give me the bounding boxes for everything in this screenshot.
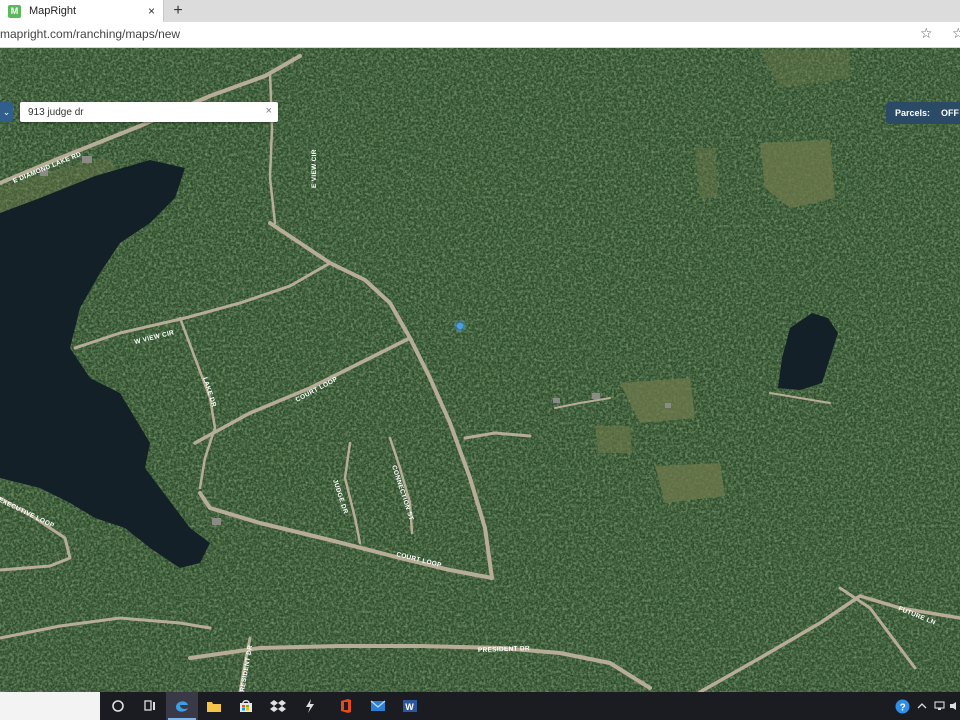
cortana-icon[interactable] [102, 692, 134, 720]
map-menu-toggle-button[interactable]: ⌄ [0, 102, 13, 122]
dropbox-icon[interactable] [262, 692, 294, 720]
url-field[interactable]: mapright.com/ranching/maps/new [0, 27, 180, 41]
close-tab-icon[interactable]: × [148, 4, 155, 18]
address-bar: mapright.com/ranching/maps/new ☆ ☆ [0, 22, 960, 48]
building [553, 398, 560, 403]
svg-text:?: ? [899, 702, 905, 713]
network-icon[interactable] [932, 692, 948, 720]
parcels-label: Parcels: [895, 108, 931, 118]
road-label-eview: E VIEW CIR [311, 149, 318, 188]
task-view-icon[interactable] [134, 692, 166, 720]
parcels-toggle-button[interactable]: Parcels: OFF [886, 102, 960, 124]
building [592, 393, 600, 399]
volume-icon[interactable] [948, 692, 960, 720]
parcels-status: OFF [941, 108, 960, 118]
address-search-box: × [20, 102, 278, 122]
location-marker-icon [454, 320, 466, 332]
edge-icon[interactable] [166, 692, 198, 720]
store-icon[interactable] [230, 692, 262, 720]
new-tab-button[interactable]: + [168, 1, 188, 21]
mapright-favicon-icon: M [8, 4, 21, 18]
clearing [595, 426, 632, 453]
taskbar-search-field[interactable] [0, 692, 100, 720]
clearing [655, 463, 725, 503]
map-imagery: E DIAMOND LAKE RD E VIEW CIR W VIEW CIR … [0, 48, 960, 692]
browser-tab-mapright[interactable]: M MapRight × [0, 0, 164, 22]
app-icon[interactable] [294, 692, 326, 720]
favorite-star-icon[interactable]: ☆ [920, 25, 933, 42]
office-icon[interactable] [330, 692, 362, 720]
help-icon[interactable]: ? [892, 692, 912, 720]
building [82, 156, 92, 163]
satellite-map[interactable]: E DIAMOND LAKE RD E VIEW CIR W VIEW CIR … [0, 48, 960, 692]
building [212, 518, 221, 525]
address-search-input[interactable] [28, 105, 258, 119]
clear-search-icon[interactable]: × [266, 105, 272, 117]
show-hidden-icons-chevron-icon[interactable] [914, 692, 930, 720]
windows-taskbar: W ? [0, 692, 960, 720]
svg-text:W: W [405, 702, 414, 712]
building [665, 403, 671, 408]
file-explorer-icon[interactable] [198, 692, 230, 720]
mail-icon[interactable] [362, 692, 394, 720]
tab-title: MapRight [29, 5, 77, 17]
browser-tab-strip: M MapRight × + [0, 0, 960, 23]
word-icon[interactable]: W [394, 692, 426, 720]
favorites-bar-icon[interactable]: ☆ [952, 25, 960, 42]
